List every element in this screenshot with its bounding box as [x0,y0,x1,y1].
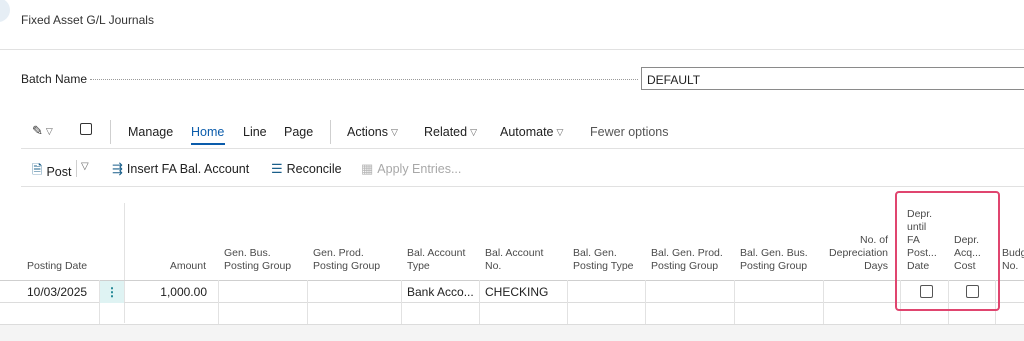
amount-cell[interactable]: 1,000.00 [130,281,207,303]
insert-fa-bal-account-label: Insert FA Bal. Account [126,162,250,176]
row-menu-button[interactable]: ⋮ [100,281,124,303]
apply-entries-button[interactable]: ▦ Apply Entries... [361,161,461,177]
chevron-down-icon: ▽ [556,126,564,137]
header-line: Budg [1002,247,1024,259]
header-line: Days [864,260,888,272]
header-line: No. [485,260,502,272]
chevron-down-icon: ▽ [391,126,398,137]
bal-gen-posting-type-cell[interactable] [568,281,645,303]
col-header-gen-prod-posting-group[interactable]: Gen. Prod. Posting Group [313,247,380,273]
col-header-posting-date[interactable]: Posting Date [27,260,87,273]
header-line: Posting Group [651,260,719,272]
divider [21,186,1024,187]
page-title: Fixed Asset G/L Journals [21,13,154,27]
apply-entries-label: Apply Entries... [377,162,462,176]
col-header-amount[interactable]: Amount [130,260,206,273]
apply-entries-icon: ▦ [361,161,374,176]
header-line: Gen. Prod. [313,247,364,259]
menu-actions-label: Actions [347,125,388,139]
menu-automate[interactable]: Automate ▽ [500,125,563,139]
active-tab-underline [191,143,225,145]
col-header-no-of-depreciation-days[interactable]: No. of Depreciation Days [810,234,888,273]
pencil-icon: ✎ [32,123,43,138]
menu-line[interactable]: Line [243,125,267,139]
open-page-icon [80,123,92,135]
header-line: No. [1002,260,1019,272]
bal-account-no-cell[interactable]: CHECKING [485,281,548,303]
header-line: Bal. Gen. Bus. [740,247,808,259]
post-chevron-down-icon[interactable]: ▽ [81,161,89,172]
header-line: Bal. Account [485,247,544,259]
menu-home[interactable]: Home [191,125,224,139]
frozen-column-divider [124,203,125,323]
post-label: Post [46,165,72,179]
separator [76,160,77,177]
col-header-bal-account-type[interactable]: Bal. Account Type [407,247,465,273]
post-button[interactable]: 🗎 Post [32,161,71,183]
batch-name-label: Batch Name [21,72,88,86]
bal-gen-bus-posting-group-cell[interactable] [735,281,823,303]
fewer-options-button[interactable]: Fewer options [590,125,669,139]
menu-manage[interactable]: Manage [128,125,173,139]
header-line: Posting Group [740,260,808,272]
header-line: Depreciation [829,247,888,259]
chevron-down-icon: ▽ [45,125,53,136]
insert-icon: ⇶ [112,161,123,176]
batch-name-field[interactable]: DEFAULT [641,67,1024,90]
header-line: Bal. Gen. [573,247,617,259]
header-line: Gen. Bus. [224,247,271,259]
col-header-bal-gen-prod-posting-group[interactable]: Bal. Gen. Prod. Posting Group [651,247,723,273]
header-line: Bal. Gen. Prod. [651,247,723,259]
no-of-depreciation-days-cell[interactable] [824,281,900,303]
open-page-button[interactable] [80,123,92,138]
bal-gen-prod-posting-group-cell[interactable] [646,281,734,303]
post-icon: 🗎 [32,162,43,177]
divider [0,49,1024,50]
gen-bus-posting-group-cell[interactable] [219,281,307,303]
col-header-bal-gen-bus-posting-group[interactable]: Bal. Gen. Bus. Posting Group [740,247,808,273]
bal-account-type-cell[interactable]: Bank Acco... [407,281,474,303]
col-header-budget-no[interactable]: Budg No. [1002,247,1024,273]
header-line: Posting Group [224,260,292,272]
insert-fa-bal-account-button[interactable]: ⇶ Insert FA Bal. Account [112,161,249,177]
col-header-gen-bus-posting-group[interactable]: Gen. Bus. Posting Group [224,247,291,273]
divider [21,148,1024,149]
edit-mode-button[interactable]: ✎ ▽ [32,123,53,139]
reconcile-icon: ☰ [271,161,283,176]
column-divider [479,280,480,324]
pane-tab[interactable] [0,0,10,22]
reconcile-button[interactable]: ☰ Reconcile [271,161,342,177]
separator [330,120,331,144]
gen-prod-posting-group-cell[interactable] [308,281,401,303]
header-line: No. of [859,234,888,246]
chevron-down-icon: ▽ [470,126,478,137]
menu-automate-label: Automate [500,125,554,139]
header-line: Type [407,260,430,272]
column-divider [401,280,402,324]
reconcile-label: Reconcile [286,162,342,176]
header-line: Posting Type [573,260,634,272]
highlight-box [895,191,1000,311]
menu-related[interactable]: Related ▽ [424,125,477,139]
menu-page[interactable]: Page [284,125,313,139]
separator [110,120,111,144]
menu-related-label: Related [424,125,468,139]
header-line: Bal. Account [407,247,466,259]
header-line: Posting Group [313,260,381,272]
col-header-bal-account-no[interactable]: Bal. Account No. [485,247,543,273]
leader-dots [90,79,638,80]
posting-date-cell[interactable]: 10/03/2025 [27,281,87,303]
menu-actions[interactable]: Actions ▽ [347,125,398,139]
col-header-bal-gen-posting-type[interactable]: Bal. Gen. Posting Type [573,247,634,273]
footer-area [0,325,1024,341]
